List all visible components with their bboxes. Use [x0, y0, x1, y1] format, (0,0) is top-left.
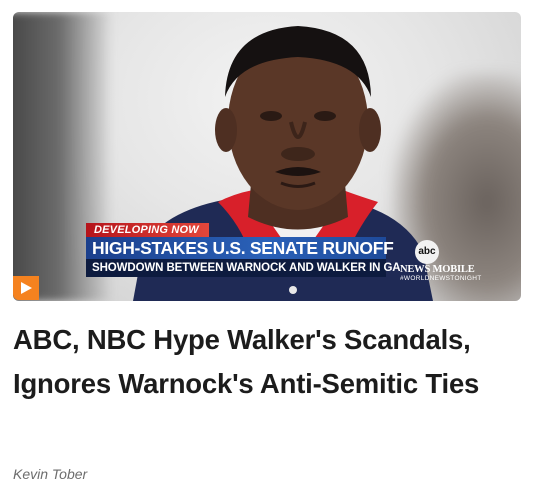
- abc-logo: abc: [415, 240, 439, 264]
- news-lower-third: DEVELOPING NOW HIGH-STAKES U.S. SENATE R…: [86, 223, 521, 283]
- article-title-link[interactable]: ABC, NBC Hype Walker's Scandals, Ignores…: [13, 324, 479, 399]
- news-subheadline: SHOWDOWN BETWEEN WARNOCK AND WALKER IN G…: [86, 259, 401, 277]
- article-card: DEVELOPING NOW HIGH-STAKES U.S. SENATE R…: [0, 0, 535, 496]
- article-author[interactable]: Kevin Tober: [13, 466, 87, 482]
- play-icon: [21, 282, 32, 294]
- play-button[interactable]: [13, 276, 39, 300]
- network-name: NEWS MOBILE: [400, 264, 475, 275]
- breaking-tag: DEVELOPING NOW: [86, 223, 209, 238]
- news-headline: HIGH-STAKES U.S. SENATE RUNOFF: [86, 237, 394, 259]
- article-title[interactable]: ABC, NBC Hype Walker's Scandals, Ignores…: [13, 318, 525, 406]
- network-hashtag: #WORLDNEWSTONIGHT: [400, 275, 482, 282]
- video-thumbnail[interactable]: DEVELOPING NOW HIGH-STAKES U.S. SENATE R…: [13, 12, 521, 301]
